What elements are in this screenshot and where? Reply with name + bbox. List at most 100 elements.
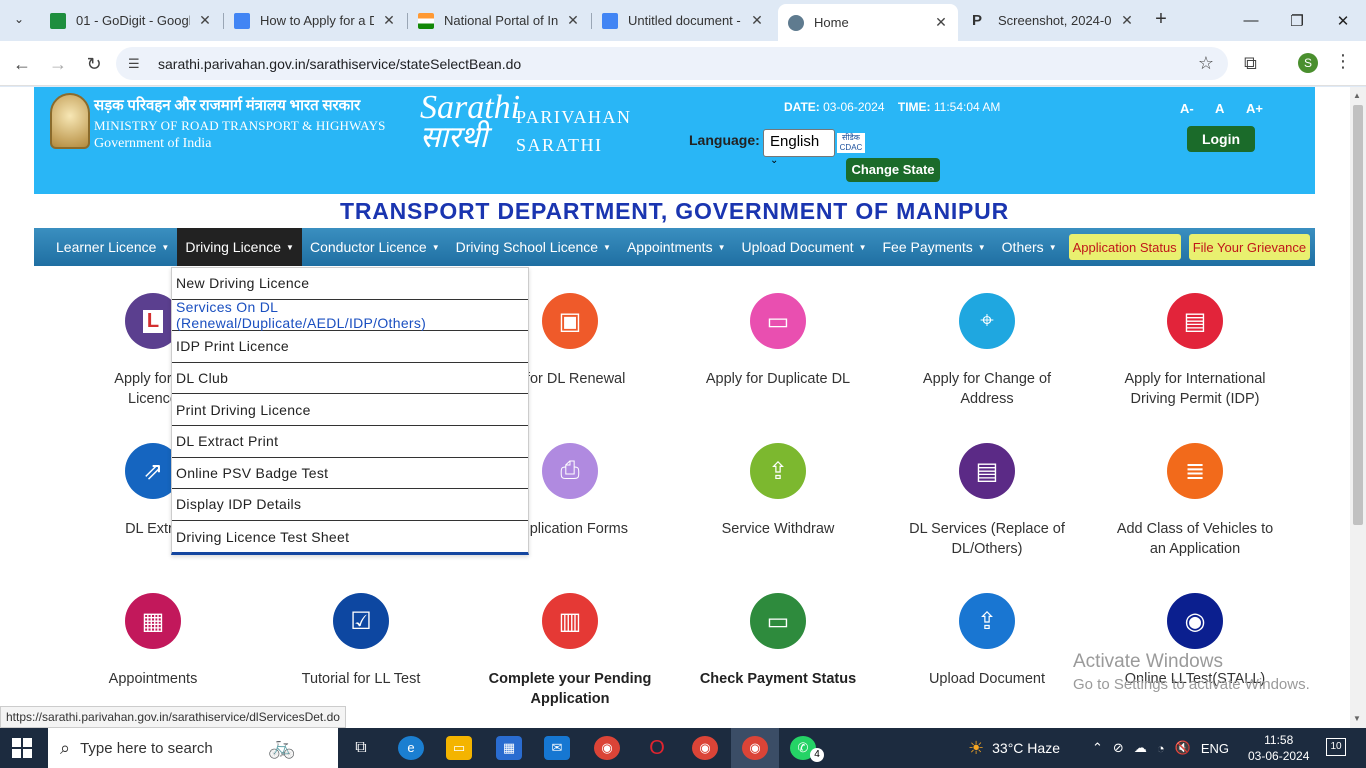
browser-tab-how-to-apply[interactable]: How to Apply for a D ✕ — [224, 6, 406, 35]
bookmark-star-icon[interactable]: ☆ — [1198, 53, 1214, 74]
chrome-icon[interactable]: ◉ — [594, 736, 620, 760]
task-view-icon[interactable]: ⧉ — [348, 736, 374, 760]
close-icon[interactable]: ✕ — [564, 12, 582, 29]
browser-toolbar: ← → ↻ ☰ sarathi.parivahan.gov.in/sarathi… — [0, 41, 1366, 86]
close-icon[interactable]: ✕ — [380, 12, 398, 29]
opera-icon[interactable]: O — [644, 736, 670, 760]
menu-appointments[interactable]: Appointments ▼ — [619, 228, 734, 266]
close-icon[interactable]: ✕ — [932, 14, 950, 31]
extensions-icon[interactable]: ⧉ — [1244, 53, 1257, 74]
font-normal-button[interactable]: A — [1215, 101, 1224, 116]
close-icon[interactable]: ✕ — [1118, 12, 1136, 29]
change-state-button[interactable]: Change State — [846, 158, 940, 182]
browser-tab-national-portal[interactable]: National Portal of Ind ✕ — [408, 6, 590, 35]
forward-button[interactable]: → — [44, 50, 72, 78]
windows-start-icon[interactable] — [12, 738, 32, 758]
browser-tab-godigit[interactable]: 01 - GoDigit - Google ✕ — [40, 6, 222, 35]
browser-tab-untitled-document[interactable]: Untitled document - ✕ — [592, 6, 774, 35]
mail-icon[interactable]: ✉ — [544, 736, 570, 760]
profile-avatar[interactable]: S — [1298, 53, 1318, 73]
close-icon[interactable]: ✕ — [748, 12, 766, 29]
language-select[interactable]: English ⌄ — [763, 129, 835, 166]
menu-driving-licence[interactable]: Driving Licence ▼ — [177, 228, 302, 266]
notification-center-icon[interactable]: 10 — [1326, 738, 1346, 756]
close-icon[interactable]: ✕ — [196, 12, 214, 29]
window-close-button[interactable]: ✕ — [1320, 0, 1366, 41]
caret-down-icon: ▼ — [717, 242, 726, 252]
service-complete-pending-application[interactable]: ▥ Complete your Pending Application — [470, 593, 670, 709]
font-decrease-button[interactable]: A- — [1180, 101, 1194, 116]
reload-button[interactable]: ↻ — [80, 50, 108, 78]
browser-tab-home[interactable]: Home ✕ — [778, 4, 958, 41]
ministry-block: सड़क परिवहन और राजमार्ग मंत्रालय भारत सर… — [94, 95, 386, 152]
caret-down-icon: ▼ — [603, 242, 611, 252]
scroll-thumb[interactable] — [1353, 105, 1363, 525]
menu-fee-payments[interactable]: Fee Payments ▼ — [874, 228, 993, 266]
browser-menu-icon[interactable]: ⋮ — [1334, 51, 1352, 72]
payment-card-icon: ▭ — [750, 593, 806, 649]
menu-others[interactable]: Others ▼ — [994, 228, 1065, 266]
site-header: सड़क परिवहन और राजमार्ग मंत्रालय भारत सर… — [34, 87, 1315, 194]
menu-upload-document[interactable]: Upload Document ▼ — [734, 228, 875, 266]
input-language[interactable]: ENG — [1201, 741, 1229, 756]
font-increase-button[interactable]: A+ — [1246, 101, 1263, 116]
service-appointments[interactable]: ▦ Appointments — [53, 593, 253, 689]
service-upload-document[interactable]: ⇪ Upload Document — [887, 593, 1087, 689]
department-title: TRANSPORT DEPARTMENT, GOVERNMENT OF MANI… — [339, 198, 1010, 224]
chevron-up-icon[interactable]: ⌃ — [1092, 740, 1103, 756]
dd-print-driving-licence[interactable]: Print Driving Licence — [172, 394, 528, 426]
new-tab-button[interactable]: + — [1150, 8, 1172, 30]
location-pin-icon: ⌖ — [959, 293, 1015, 349]
store-icon[interactable]: ▦ — [496, 736, 522, 760]
weather-widget[interactable]: ☀ 33°C Haze — [968, 728, 1060, 768]
login-button[interactable]: Login — [1187, 126, 1255, 152]
menu-application-status[interactable]: Application Status — [1068, 234, 1181, 260]
menu-learner-licence[interactable]: Learner Licence ▼ — [34, 228, 177, 266]
dd-new-driving-licence[interactable]: New Driving Licence — [172, 268, 528, 300]
menu-driving-school-licence[interactable]: Driving School Licence ▼ — [448, 228, 619, 266]
taskbar-clock[interactable]: 11:58 03-06-2024 — [1248, 732, 1309, 764]
service-apply-idp[interactable]: ▤ Apply for International Driving Permit… — [1095, 293, 1295, 409]
service-online-lltest-stall[interactable]: ◉ Online LLTest(STALL) — [1095, 593, 1295, 689]
edge-icon[interactable]: e — [398, 736, 424, 760]
dd-dl-club[interactable]: DL Club — [172, 363, 528, 395]
dd-dl-test-sheet[interactable]: Driving Licence Test Sheet — [172, 521, 528, 553]
dd-idp-print-licence[interactable]: IDP Print Licence — [172, 331, 528, 363]
page-scrollbar[interactable]: ▲ ▼ — [1350, 87, 1366, 728]
dd-services-on-dl[interactable]: Services On DL (Renewal/Duplicate/AEDL/I… — [172, 299, 528, 332]
main-menu: Learner Licence ▼ Driving Licence ▼ Conduc… — [34, 228, 1315, 266]
service-change-address[interactable]: ⌖ Apply for Change of Address — [887, 293, 1087, 409]
sarathi-logo[interactable]: Sarathi सारथी — [420, 91, 520, 153]
dd-dl-extract-print[interactable]: DL Extract Print — [172, 426, 528, 458]
dd-display-idp-details[interactable]: Display IDP Details — [172, 489, 528, 521]
service-check-payment-status[interactable]: ▭ Check Payment Status — [678, 593, 878, 689]
service-dl-services-replace[interactable]: ▤ DL Services (Replace of DL/Others) — [887, 443, 1087, 559]
dd-online-psv-badge-test[interactable]: Online PSV Badge Test — [172, 458, 528, 490]
file-explorer-icon[interactable]: ▭ — [446, 736, 472, 760]
address-bar[interactable]: ☰ sarathi.parivahan.gov.in/sarathiservic… — [116, 47, 1228, 80]
minimize-button[interactable]: — — [1228, 0, 1274, 41]
back-button[interactable]: ← — [8, 50, 36, 78]
service-withdraw[interactable]: ⇪ Service Withdraw — [678, 443, 878, 539]
menu-file-grievance[interactable]: File Your Grievance — [1188, 234, 1311, 260]
site-info-icon[interactable]: ☰ — [128, 56, 150, 72]
browser-tab-screenshot[interactable]: P Screenshot, 2024-06- ✕ — [962, 6, 1144, 35]
clipboard-chart-icon: ▥ — [542, 593, 598, 649]
volume-mute-icon[interactable]: 🔇 — [1175, 740, 1191, 756]
tab-search-chevron-icon[interactable]: ⌄ — [8, 8, 30, 30]
scroll-up-icon[interactable]: ▲ — [1353, 91, 1361, 100]
restore-button[interactable]: ❐ — [1274, 0, 1320, 41]
service-apply-duplicate-dl[interactable]: ▭ Apply for Duplicate DL — [678, 293, 878, 389]
menu-conductor-licence[interactable]: Conductor Licence ▼ — [302, 228, 448, 266]
sync-icon[interactable]: ☁ — [1134, 740, 1147, 756]
network-icon[interactable]: ⊘ — [1113, 740, 1124, 756]
service-tutorial-ll-test[interactable]: ☑ Tutorial for LL Test — [261, 593, 461, 689]
wifi-icon[interactable]: ◔ — [1157, 741, 1165, 756]
chrome-profile-icon[interactable]: ◉ — [692, 736, 718, 760]
system-tray[interactable]: ⌃ ⊘ ☁ ◔ 🔇 ENG — [1092, 728, 1229, 768]
brand-text: PARIVAHAN SARATHI — [516, 107, 632, 155]
taskbar-search-box[interactable]: ⌕ Type here to search 🚲 — [48, 728, 338, 768]
service-add-class-vehicles[interactable]: ≣ Add Class of Vehicles to an Applicatio… — [1095, 443, 1295, 559]
scroll-down-icon[interactable]: ▼ — [1353, 714, 1361, 723]
chrome-active-icon[interactable]: ◉ — [742, 736, 768, 760]
